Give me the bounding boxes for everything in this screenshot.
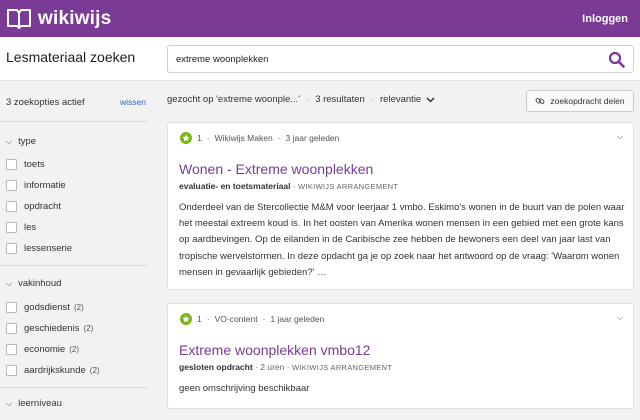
result-badge: WIKIWIJS ARRANGEMENT <box>298 182 399 191</box>
star-icon <box>180 132 192 144</box>
result-count: 3 resultaten <box>315 94 365 105</box>
result-description: geen omschrijving beschikbaar <box>179 383 310 394</box>
result-age: 1 jaar geleden <box>270 314 325 324</box>
result-duration: 2 uren <box>260 362 285 372</box>
book-logo-icon <box>7 8 31 29</box>
filter-option-label: godsdienst <box>24 302 70 313</box>
result-title[interactable]: Wonen - Extreme woonplekken <box>179 161 373 177</box>
checkbox[interactable] <box>6 180 17 191</box>
share-search-button[interactable]: zoekopdracht delen <box>526 90 634 112</box>
result-meta: 1 · VO-content · 1 jaar geleden <box>180 313 324 325</box>
filter-option-count: (2) <box>83 324 94 333</box>
result-meta: 1 · Wikiwijs Maken · 3 jaar geleden <box>180 132 339 144</box>
wikiwijs-logo[interactable]: wikiwijs <box>6 8 111 30</box>
query-summary: gezocht op 'extreme woonple...' <box>167 94 301 105</box>
search-row: Lesmateriaal zoeken <box>0 37 640 81</box>
checkbox[interactable] <box>6 302 17 313</box>
filter-option-label: informatie <box>24 180 66 191</box>
chevron-down-icon: ⌵ <box>6 136 13 146</box>
filter-option-aardrijkskunde[interactable]: aardrijkskunde (2) <box>6 365 100 376</box>
search-box[interactable] <box>167 45 634 73</box>
filter-option-opdracht[interactable]: opdracht <box>6 201 61 212</box>
filter-option-label: toets <box>24 159 45 170</box>
filter-option-godsdienst[interactable]: godsdienst (2) <box>6 302 84 313</box>
checkbox[interactable] <box>6 344 17 355</box>
filter-sidebar: 3 zoekopties actief wissen ⌵ type toets … <box>0 81 150 420</box>
filter-group-title: vakinhoud <box>18 278 62 289</box>
search-input[interactable] <box>176 52 596 67</box>
filter-option-les[interactable]: les <box>6 222 36 233</box>
result-subtitle: evaluatie- en toetsmateriaal · WIKIWIJS … <box>179 181 399 191</box>
result-source: Wikiwijs Maken <box>214 133 273 143</box>
filter-option-economie[interactable]: economie (2) <box>6 344 79 355</box>
result-age: 3 jaar geleden <box>285 133 340 143</box>
result-card[interactable]: 1 · VO-content · 1 jaar geleden ⌵ Extrem… <box>167 303 634 409</box>
filter-option-label: opdracht <box>24 201 61 212</box>
expand-chevron-icon[interactable]: ⌵ <box>617 132 623 142</box>
filter-option-count: (2) <box>89 366 100 375</box>
result-kind: gesloten opdracht <box>179 362 253 372</box>
checkbox[interactable] <box>6 243 17 254</box>
checkbox[interactable] <box>6 323 17 334</box>
share-label: zoekopdracht delen <box>550 96 625 106</box>
filter-option-count: (2) <box>73 303 84 312</box>
chevron-down-icon <box>426 96 435 103</box>
search-icon[interactable] <box>608 51 625 68</box>
filter-group-leerniveau[interactable]: ⌵ leerniveau <box>6 398 62 409</box>
sort-label: relevantie <box>380 94 422 105</box>
filter-option-informatie[interactable]: informatie <box>6 180 66 191</box>
filter-group-vakinhoud[interactable]: ⌵ vakinhoud <box>6 278 61 289</box>
divider <box>0 121 148 122</box>
filter-option-toets[interactable]: toets <box>6 159 45 170</box>
result-title[interactable]: Extreme woonplekken vmbo12 <box>179 342 370 358</box>
result-badge: WIKIWIJS ARRANGEMENT <box>291 363 393 372</box>
checkbox[interactable] <box>6 365 17 376</box>
active-filters-header: 3 zoekopties actief wissen <box>6 97 146 108</box>
checkbox[interactable] <box>6 159 17 170</box>
result-source: VO-content <box>214 314 258 324</box>
sort-dropdown[interactable]: relevantie <box>380 94 435 105</box>
expand-chevron-icon[interactable]: ⌵ <box>617 313 623 323</box>
filter-option-lessenserie[interactable]: lessenserie <box>6 243 72 254</box>
page-title: Lesmateriaal zoeken <box>6 49 136 65</box>
filter-group-title: leerniveau <box>18 398 62 409</box>
filter-option-label: economie <box>24 344 66 355</box>
star-icon <box>180 313 192 325</box>
results-summary: gezocht op 'extreme woonple...' · 3 resu… <box>167 94 435 105</box>
rating-count: 1 <box>197 314 202 324</box>
filter-option-geschiedenis[interactable]: geschiedenis (2) <box>6 323 93 334</box>
link-icon <box>535 98 545 104</box>
chevron-down-icon: ⌵ <box>6 278 13 288</box>
filter-option-label: lessenserie <box>24 243 73 254</box>
logo-text: wikiwijs <box>38 7 112 29</box>
rating-count: 1 <box>197 133 202 143</box>
result-kind: evaluatie- en toetsmateriaal <box>179 181 291 191</box>
chevron-down-icon: ⌵ <box>6 398 13 408</box>
filter-option-label: geschiedenis <box>24 323 80 334</box>
filter-option-count: (2) <box>69 345 79 354</box>
result-description: Onderdeel van de Stercollectie M&M voor … <box>179 202 625 278</box>
active-filters-count: 3 zoekopties actief <box>6 97 85 108</box>
filter-group-title: type <box>18 136 37 147</box>
checkbox[interactable] <box>6 222 17 233</box>
filter-group-type[interactable]: ⌵ type <box>6 136 36 147</box>
clear-filters-link[interactable]: wissen <box>120 97 146 107</box>
divider <box>0 265 148 266</box>
checkbox[interactable] <box>6 201 17 212</box>
result-card[interactable]: 1 · Wikiwijs Maken · 3 jaar geleden ⌵ Wo… <box>167 122 634 290</box>
divider <box>0 387 148 388</box>
filter-option-label: les <box>24 222 37 233</box>
filter-option-label: aardrijkskunde <box>24 365 86 376</box>
top-bar: wikiwijs Inloggen <box>0 0 640 37</box>
result-subtitle: gesloten opdracht · 2 uren · WIKIWIJS AR… <box>179 362 393 372</box>
login-link[interactable]: Inloggen <box>582 13 628 25</box>
